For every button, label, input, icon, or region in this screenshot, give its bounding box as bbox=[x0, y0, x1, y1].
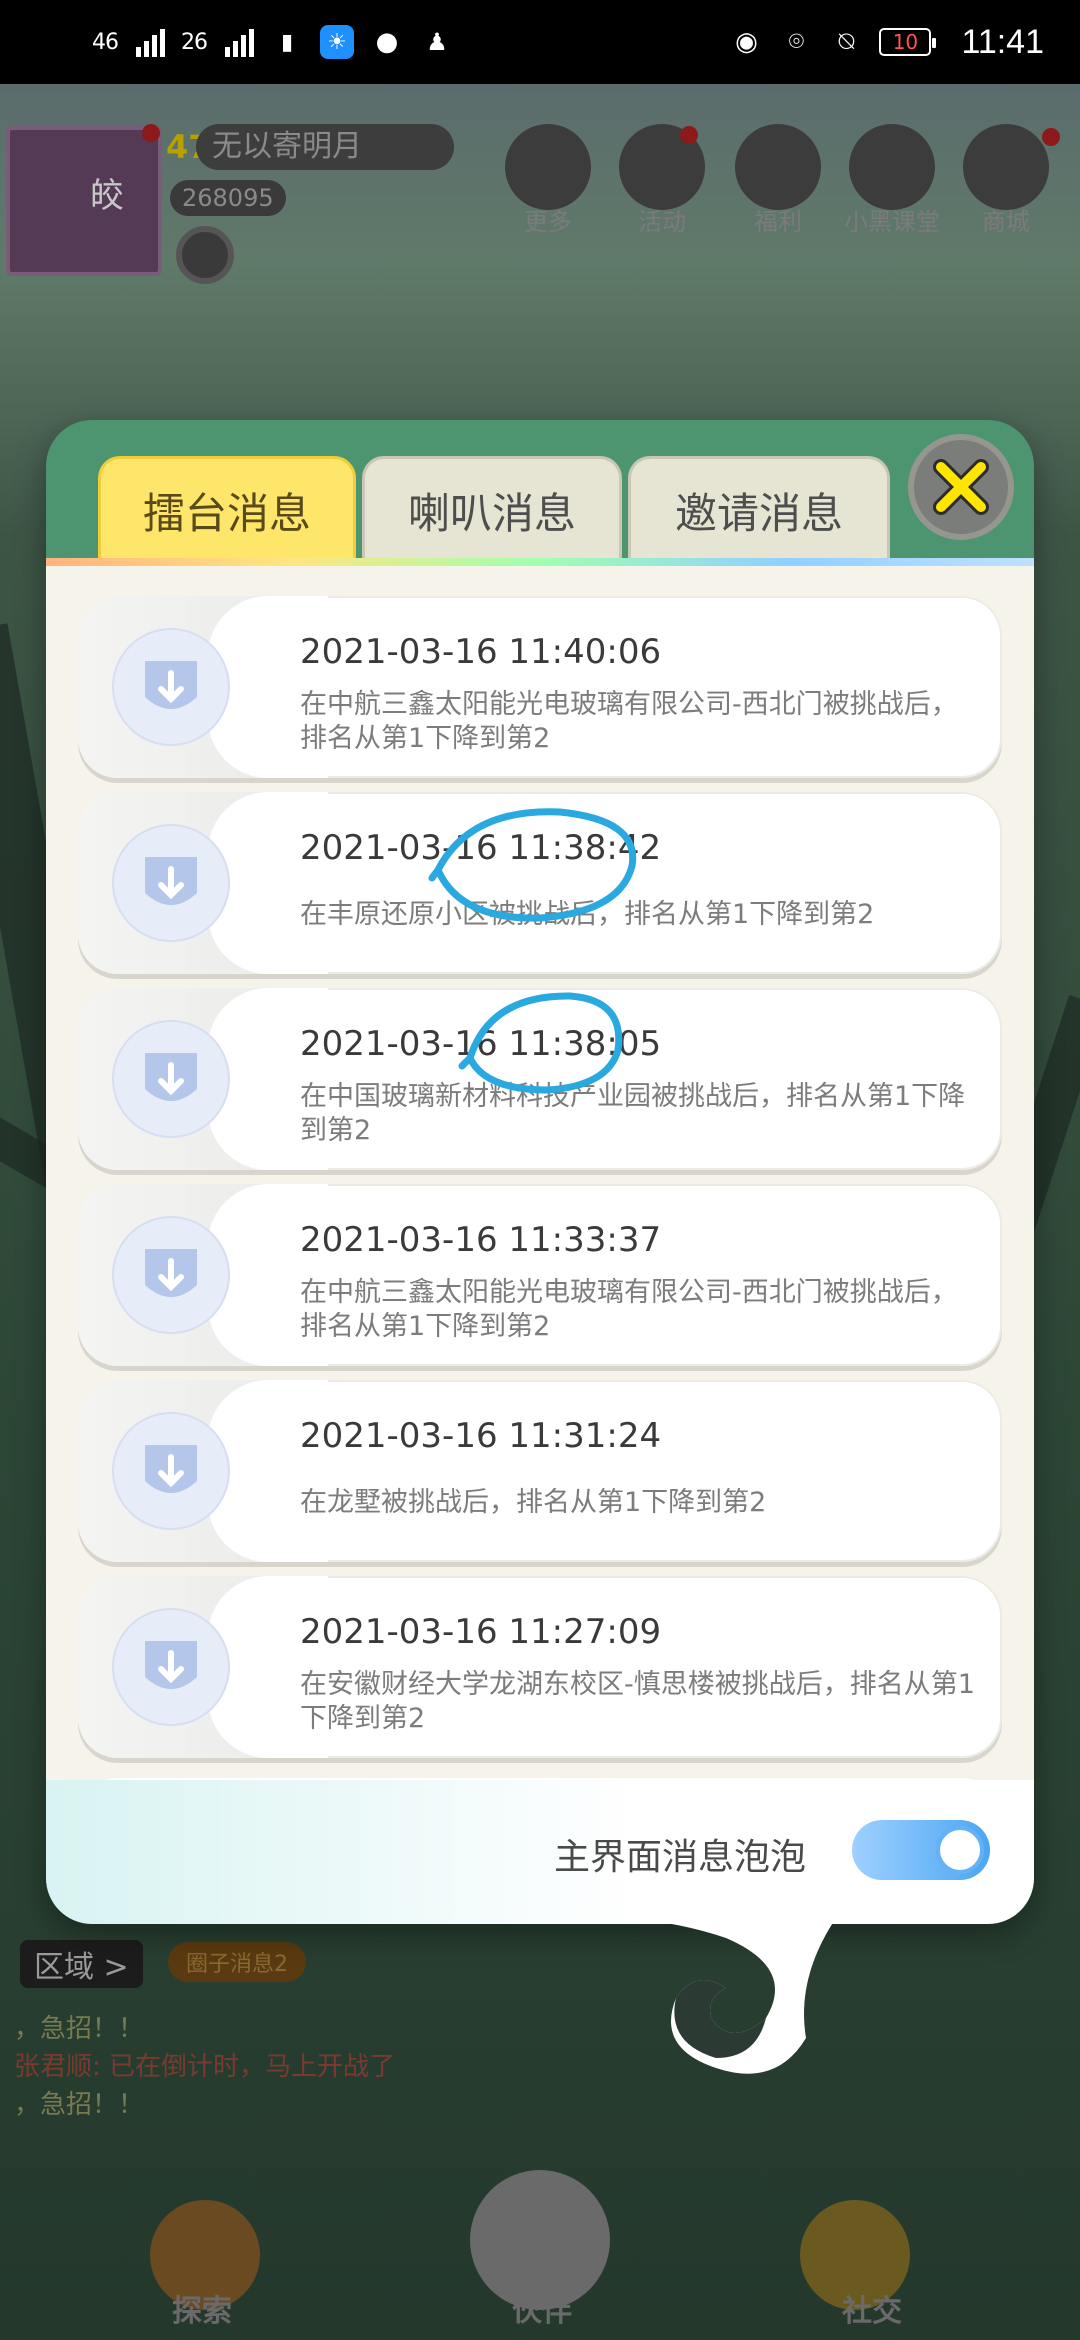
rank-down-shield-icon bbox=[112, 824, 230, 942]
nav-partner[interactable]: 伙伴 bbox=[512, 2286, 572, 2330]
message-time: 2021-03-16 11:38:42 bbox=[300, 828, 662, 868]
tab-bar: 擂台消息 喇叭消息 邀请消息 bbox=[46, 420, 1034, 562]
menu-shop-label: 商城 bbox=[982, 208, 1030, 236]
message-card: 2021-03-16 11:38:05 在中国玻璃新材料科技产业园被挑战后，排名… bbox=[78, 988, 1002, 1170]
nav-explore[interactable]: 探索 bbox=[172, 2286, 232, 2330]
rank-down-shield-icon bbox=[112, 1216, 230, 1334]
shop-icon bbox=[963, 124, 1049, 210]
chat-line: ，急招！！ bbox=[14, 2090, 145, 2120]
settings-footer: 主界面消息泡泡 bbox=[46, 1780, 1034, 1924]
chat-line: ，急招！！ bbox=[14, 2014, 145, 2044]
message-time: 2021-03-16 11:40:06 bbox=[300, 632, 662, 672]
message-text: 在中国玻璃新材料科技产业园被挑战后，排名从第1下降到第2 bbox=[300, 1081, 966, 1146]
avatar-char: 皎 bbox=[90, 176, 124, 216]
message-text: 在龙墅被挑战后，排名从第1下降到第2 bbox=[300, 1487, 767, 1518]
eye-icon: ◉ bbox=[735, 27, 758, 57]
message-card: 2021-03-16 11:38:42 在丰原还原小区被挑战后，排名从第1下降到… bbox=[78, 792, 1002, 974]
signal-bars-2-icon bbox=[225, 27, 254, 57]
chat-line: 张君顺: 已在倒计时，马上开战了 bbox=[14, 2052, 396, 2082]
close-button[interactable] bbox=[908, 434, 1014, 540]
tab-invite-messages[interactable]: 邀请消息 bbox=[628, 456, 890, 562]
message-time: 2021-03-16 11:31:24 bbox=[300, 1416, 662, 1456]
message-text: 在中航三鑫太阳能光电玻璃有限公司-西北门被挑战后，排名从第1下降到第2 bbox=[300, 689, 958, 754]
tab-arena-messages[interactable]: 擂台消息 bbox=[98, 456, 356, 562]
menu-more-button[interactable]: 更多 bbox=[498, 124, 598, 237]
bubble-toggle-switch[interactable] bbox=[852, 1820, 990, 1880]
tab-divider bbox=[46, 558, 1034, 566]
dialog-tail-swirl-icon bbox=[606, 1918, 836, 2074]
rank-down-shield-icon bbox=[112, 1608, 230, 1726]
nav-social[interactable]: 社交 bbox=[842, 2286, 902, 2330]
signal-2-label: 26 bbox=[181, 29, 208, 55]
menu-activity-button[interactable]: 活动 bbox=[612, 124, 712, 237]
battery-icon: 10 bbox=[879, 28, 937, 56]
tab-horn-messages[interactable]: 喇叭消息 bbox=[362, 456, 622, 562]
menu-classroom-button[interactable]: 小黑课堂 bbox=[842, 124, 942, 237]
compass-icon[interactable] bbox=[176, 226, 234, 284]
bulb-notification-icon: ☀ bbox=[320, 25, 354, 59]
menu-welfare-button[interactable]: 福利 bbox=[728, 124, 828, 237]
region-button[interactable]: 区域 > bbox=[20, 1940, 143, 1988]
player-nickname[interactable]: 无以寄明月 bbox=[196, 124, 454, 170]
notification-dot bbox=[1042, 128, 1060, 146]
signal-1-label: 46 bbox=[92, 29, 119, 55]
message-time: 2021-03-16 11:38:05 bbox=[300, 1024, 662, 1064]
rank-down-shield-icon bbox=[112, 1020, 230, 1138]
rank-down-shield-icon bbox=[112, 1412, 230, 1530]
message-card: 2021-03-16 11:33:37 在中航三鑫太阳能光电玻璃有限公司-西北门… bbox=[78, 1184, 1002, 1366]
grid-icon bbox=[505, 124, 591, 210]
message-card: 2021-03-16 11:40:06 在中航三鑫太阳能光电玻璃有限公司-西北门… bbox=[78, 596, 1002, 778]
sim-icon: ▮ bbox=[280, 29, 294, 55]
message-text: 在安徽财经大学龙湖东校区-慎思楼被挑战后，排名从第1下降到第2 bbox=[300, 1669, 975, 1734]
status-time: 11:41 bbox=[961, 22, 1044, 61]
qq-penguin-icon: ♟ bbox=[426, 28, 448, 56]
classroom-icon bbox=[849, 124, 935, 210]
status-bar: 46 26 ▮ ☀ ● ♟ ◉ ⌾ ⍉ 10 11:41 bbox=[0, 0, 1080, 84]
menu-more-label: 更多 bbox=[524, 208, 572, 236]
message-icon: ● bbox=[375, 27, 399, 57]
message-text: 在中航三鑫太阳能光电玻璃有限公司-西北门被挑战后，排名从第1下降到第2 bbox=[300, 1277, 958, 1342]
menu-welfare-label: 福利 bbox=[754, 208, 802, 236]
toggle-knob bbox=[936, 1826, 984, 1874]
notification-dot bbox=[680, 126, 698, 144]
welfare-box-icon bbox=[735, 124, 821, 210]
message-dialog: 擂台消息 喇叭消息 邀请消息 2021-03-16 11:40:06 在中航三鑫… bbox=[46, 420, 1034, 2074]
player-avatar[interactable] bbox=[6, 126, 162, 276]
menu-shop-button[interactable]: 商城 bbox=[956, 124, 1056, 237]
message-time: 2021-03-16 11:27:09 bbox=[300, 1612, 662, 1652]
signal-bars-1-icon bbox=[136, 27, 165, 57]
message-card: 2021-03-16 11:31:24 在龙墅被挑战后，排名从第1下降到第2 bbox=[78, 1380, 1002, 1562]
notification-dot bbox=[142, 124, 160, 142]
bubble-toggle-label: 主界面消息泡泡 bbox=[554, 1837, 807, 1878]
close-x-icon bbox=[933, 459, 989, 515]
menu-activity-label: 活动 bbox=[638, 208, 686, 236]
message-text: 在丰原还原小区被挑战后，排名从第1下降到第2 bbox=[300, 899, 875, 930]
rank-down-shield-icon bbox=[112, 628, 230, 746]
message-time: 2021-03-16 11:33:37 bbox=[300, 1220, 662, 1260]
bell-off-icon: ⍉ bbox=[838, 26, 855, 57]
location-icon: ⌾ bbox=[788, 26, 805, 57]
bottom-nav: 探索 伙伴 社交 bbox=[0, 2170, 1080, 2340]
group-message-tag[interactable]: 圈子消息2 bbox=[168, 1942, 306, 1982]
message-list[interactable]: 2021-03-16 11:40:06 在中航三鑫太阳能光电玻璃有限公司-西北门… bbox=[46, 566, 1034, 1780]
coin-count: 268095 bbox=[170, 180, 286, 216]
battery-level: 10 bbox=[892, 30, 919, 54]
message-card: 2021-03-16 11:27:09 在安徽财经大学龙湖东校区-慎思楼被挑战后… bbox=[78, 1576, 1002, 1758]
menu-classroom-label: 小黑课堂 bbox=[844, 208, 940, 236]
